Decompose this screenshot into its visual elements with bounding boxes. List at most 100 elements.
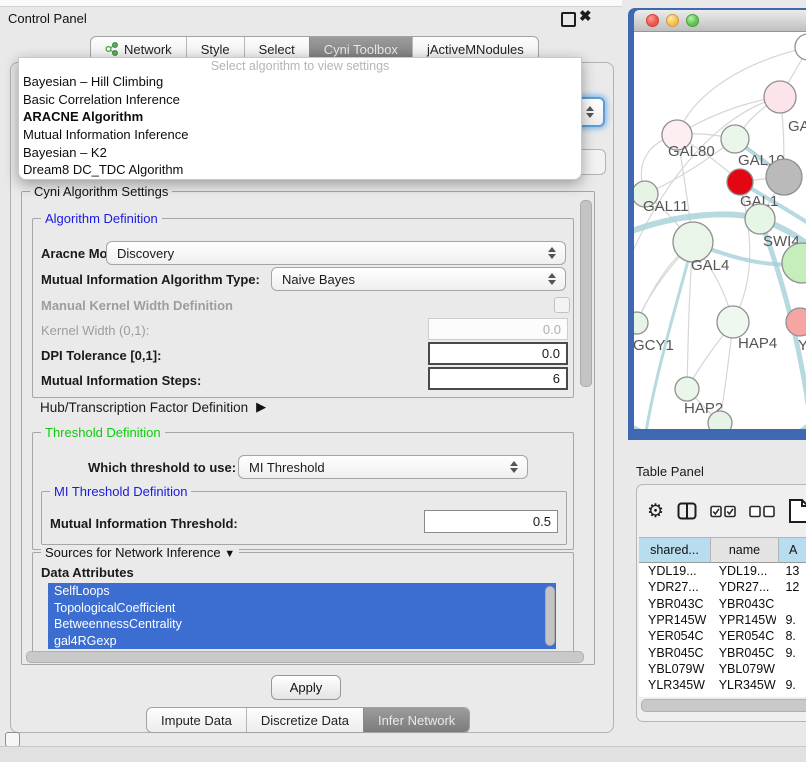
table-cell[interactable]: 12: [776, 580, 806, 594]
select-all-columns-icon[interactable]: [710, 505, 736, 518]
algorithm-option[interactable]: Mutual Information Inference: [19, 126, 581, 144]
table-cell[interactable]: YER054C: [639, 629, 710, 643]
table-cell[interactable]: YBR043C: [710, 597, 777, 611]
table-row[interactable]: YPR145WYPR145W9.: [639, 612, 806, 628]
mi-threshold-field[interactable]: 0.5: [424, 510, 558, 533]
combo-arrows-icon: [586, 106, 594, 118]
table-cell[interactable]: YPR145W: [639, 613, 710, 627]
algorithm-option[interactable]: Bayesian – K2: [19, 144, 581, 162]
dpi-tolerance-field[interactable]: 0.0: [428, 342, 568, 365]
table-row[interactable]: YDR27...YDR27...12: [639, 579, 806, 595]
algorithm-option[interactable]: Dream8 DC_TDC Algorithm: [19, 161, 581, 179]
hub-definition-expander[interactable]: Hub/Transcription Factor Definition ▶: [40, 399, 266, 415]
manual-kernel-checkbox[interactable]: [554, 297, 570, 313]
table-cell[interactable]: YBR045C: [710, 646, 777, 660]
table-row[interactable]: YBR045CYBR045C9.: [639, 644, 806, 660]
table-cell[interactable]: YDL19...: [639, 564, 710, 578]
table-cell[interactable]: YLR345W: [710, 678, 777, 692]
table-cell[interactable]: YDR27...: [639, 580, 710, 594]
table-cell[interactable]: 13: [776, 564, 806, 578]
data-attribute-item[interactable]: SelfLoops: [48, 583, 556, 600]
column-header-avg-shortest-path[interactable]: A: [779, 537, 806, 563]
network-node[interactable]: [727, 169, 753, 195]
table-cell[interactable]: 8.: [776, 629, 806, 643]
manual-kernel-label: Manual Kernel Width Definition: [41, 298, 233, 313]
chevron-down-icon[interactable]: ▼: [224, 548, 235, 560]
network-node[interactable]: [721, 125, 749, 153]
table-cell[interactable]: YER054C: [710, 629, 777, 643]
data-attribute-item[interactable]: TopologicalCoefficient: [48, 600, 556, 617]
minimize-traffic-light-icon[interactable]: [666, 14, 679, 27]
tab-discretize-data[interactable]: Discretize Data: [246, 708, 363, 732]
network-node[interactable]: [766, 159, 802, 195]
mi-type-combobox[interactable]: Naive Bayes: [271, 267, 566, 291]
tab-impute-data-label: Impute Data: [161, 713, 232, 728]
network-window-titlebar[interactable]: [634, 10, 806, 32]
gear-icon[interactable]: ⚙: [647, 502, 664, 521]
algorithm-option[interactable]: Bayesian – Hill Climbing: [19, 73, 581, 91]
table-cell[interactable]: 9.: [776, 678, 806, 692]
document-icon[interactable]: [788, 498, 806, 524]
mi-threshold-title: MI Threshold Definition: [50, 484, 191, 499]
table-cell[interactable]: YDR27...: [710, 580, 777, 594]
table-cell[interactable]: YIL052C: [639, 695, 710, 697]
algorithm-option[interactable]: Basic Correlation Inference: [19, 91, 581, 109]
network-canvas[interactable]: GALGAL80GAL10GAL1GAL11SWI4GAL4GCY1HAP4YH…: [634, 32, 806, 429]
table-cell[interactable]: YDL19...: [710, 564, 777, 578]
table-horizontal-scrollbar[interactable]: [641, 699, 806, 712]
table-header: shared... name A: [639, 537, 806, 563]
combo-arrows-icon: [548, 247, 556, 259]
table-cell[interactable]: YLR345W: [639, 678, 710, 692]
settings-vertical-scrollbar[interactable]: [580, 200, 592, 387]
table-cell[interactable]: YIL052C: [710, 695, 777, 697]
network-node[interactable]: [634, 312, 648, 334]
table-cell[interactable]: YBR043C: [639, 597, 710, 611]
mi-steps-field[interactable]: 6: [428, 367, 568, 390]
kernel-width-field[interactable]: 0.0: [428, 318, 568, 340]
network-node[interactable]: [745, 204, 775, 234]
bottom-tabbar: Impute Data Discretize Data Infer Networ…: [146, 707, 470, 733]
table-row[interactable]: YER054CYER054C8.: [639, 628, 806, 644]
table-cell[interactable]: YPR145W: [710, 613, 777, 627]
apply-button[interactable]: Apply: [271, 675, 341, 700]
data-attribute-item[interactable]: gal4RGexp: [48, 633, 556, 650]
close-traffic-light-icon[interactable]: [646, 14, 659, 27]
attributes-vertical-scrollbar[interactable]: [545, 586, 555, 646]
network-node[interactable]: [717, 306, 749, 338]
deselect-all-columns-icon[interactable]: [749, 505, 775, 518]
network-node-label: GAL4: [691, 257, 729, 274]
network-node[interactable]: [675, 377, 699, 401]
close-icon[interactable]: ✖: [579, 7, 592, 25]
table-row[interactable]: YBR043CYBR043C: [639, 596, 806, 612]
table-cell[interactable]: 9.: [776, 646, 806, 660]
settings-horizontal-scrollbar[interactable]: [26, 651, 584, 663]
collapsed-panel-icon[interactable]: [5, 732, 20, 747]
network-node[interactable]: [673, 222, 713, 262]
table-row[interactable]: YDL19...YDL19...13: [639, 563, 806, 579]
dpi-tolerance-label: DPI Tolerance [0,1]:: [41, 348, 161, 363]
float-window-icon[interactable]: [561, 12, 576, 27]
network-node[interactable]: [795, 34, 806, 60]
table-row[interactable]: YLR345WYLR345W9.: [639, 677, 806, 693]
table-cell[interactable]: YBL079W: [639, 662, 710, 676]
table-panel: ⚙: [636, 484, 806, 722]
tab-impute-data[interactable]: Impute Data: [147, 708, 246, 732]
zoom-traffic-light-icon[interactable]: [686, 14, 699, 27]
table-cell[interactable]: 9.: [776, 613, 806, 627]
aracne-mode-combobox[interactable]: Discovery: [106, 241, 566, 265]
table-cell[interactable]: YBL079W: [710, 662, 777, 676]
network-view-window[interactable]: GALGAL80GAL10GAL1GAL11SWI4GAL4GCY1HAP4YH…: [628, 8, 806, 440]
which-threshold-combobox[interactable]: MI Threshold: [238, 455, 528, 479]
network-node[interactable]: [708, 411, 732, 429]
column-header-name[interactable]: name: [711, 537, 779, 563]
network-node[interactable]: [764, 81, 796, 113]
table-cell[interactable]: YBR045C: [639, 646, 710, 660]
table-row[interactable]: YIL052CYIL052C9: [639, 693, 806, 697]
algorithm-option[interactable]: ARACNE Algorithm: [19, 108, 581, 126]
data-attribute-item[interactable]: BetweennessCentrality: [48, 616, 556, 633]
columns-icon[interactable]: [677, 501, 697, 521]
tab-infer-network[interactable]: Infer Network: [363, 708, 469, 732]
table-row[interactable]: YBL079WYBL079W: [639, 661, 806, 677]
table-cell[interactable]: 9: [776, 695, 806, 697]
column-header-shared-name[interactable]: shared...: [639, 537, 711, 563]
